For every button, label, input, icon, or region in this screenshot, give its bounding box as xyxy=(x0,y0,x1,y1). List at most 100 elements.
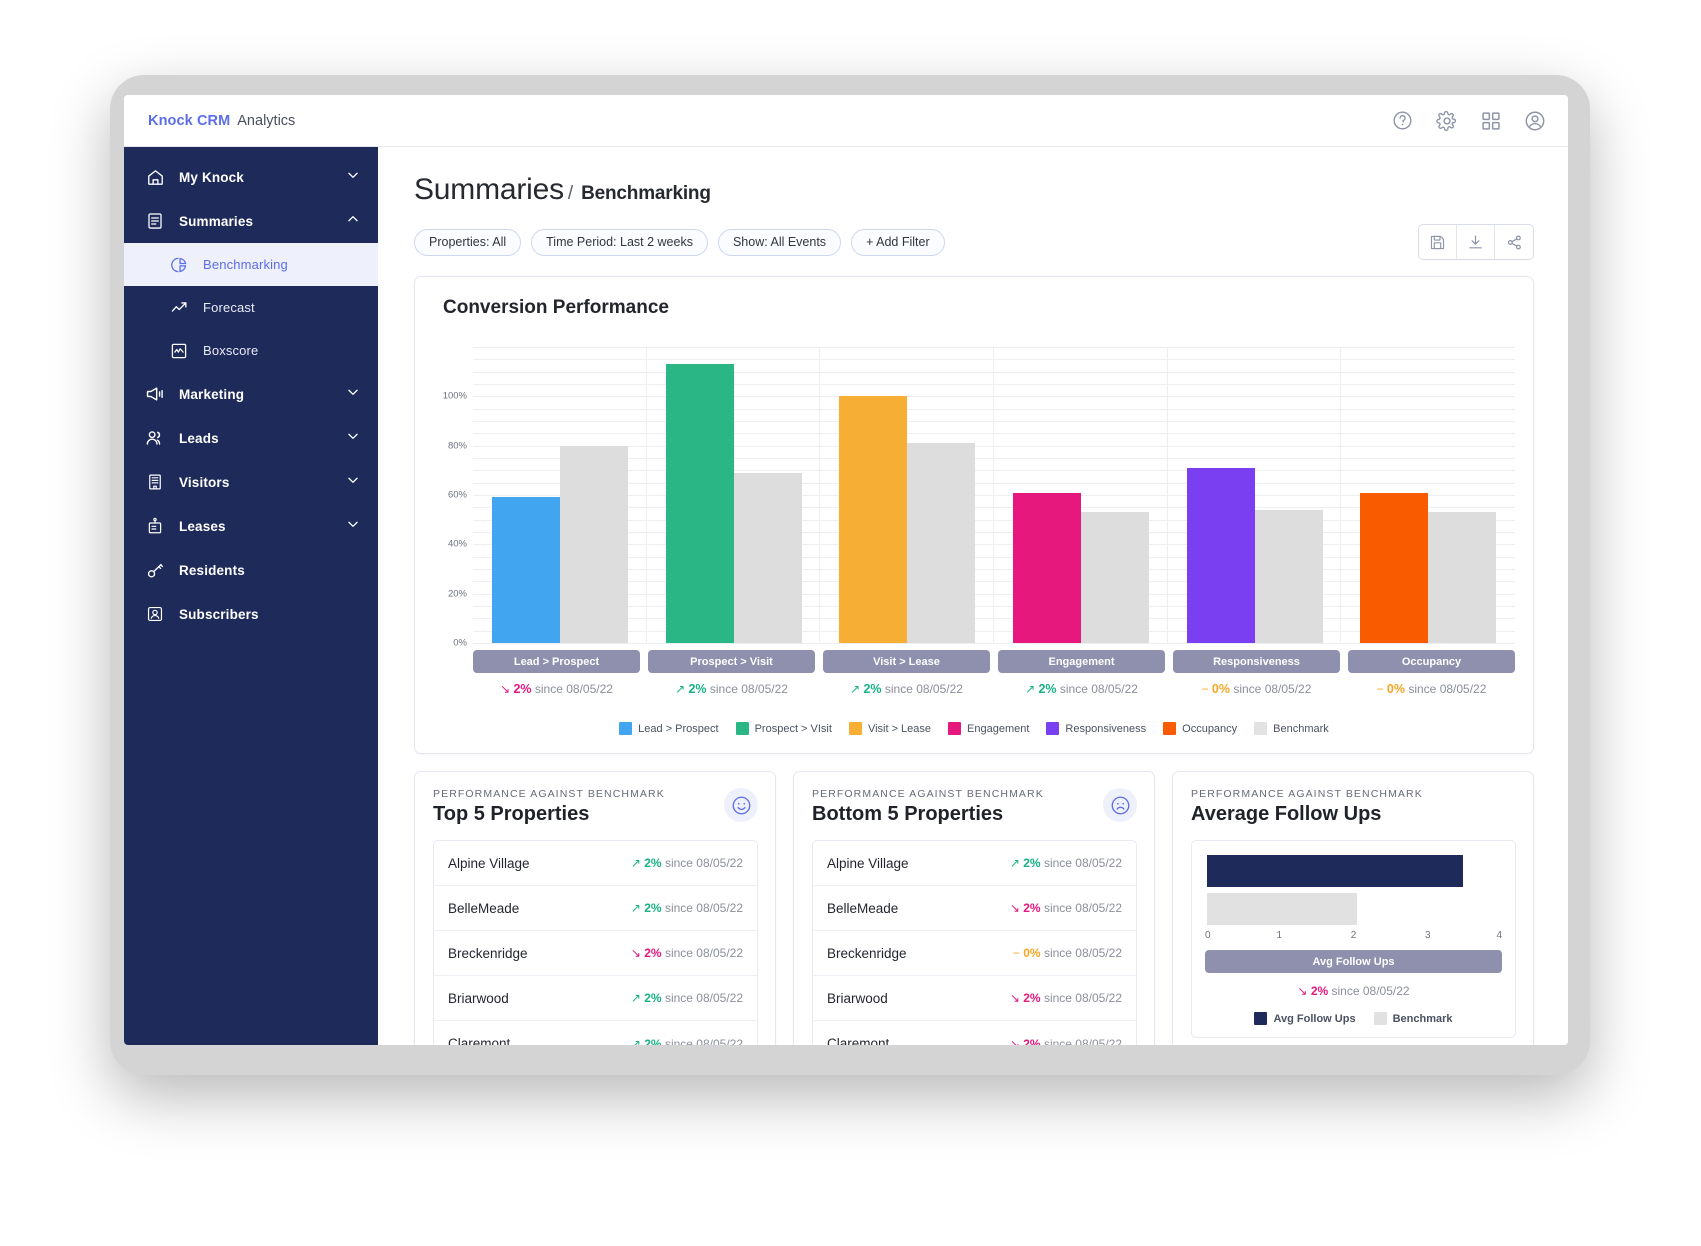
sidebar-item-benchmarking[interactable]: Benchmarking xyxy=(124,243,378,286)
delta-label: − 0% since 08/05/22 xyxy=(1348,682,1515,696)
delta-text: since 08/05/22 xyxy=(1043,1036,1122,1046)
category-label: Prospect > Visit xyxy=(648,650,815,673)
metric-bar[interactable] xyxy=(839,396,908,643)
legend-item[interactable]: Engagement xyxy=(948,722,1029,735)
delta-arrow: − 0% xyxy=(1012,946,1041,960)
bar-group xyxy=(1341,347,1515,643)
legend-label: Occupancy xyxy=(1182,722,1238,735)
brand-logo[interactable]: Knock CRM xyxy=(148,113,230,129)
sidebar-item-marketing[interactable]: Marketing xyxy=(124,372,378,416)
y-axis-tick: 0% xyxy=(453,637,467,649)
delta-text: since 08/05/22 xyxy=(664,901,743,915)
property-row[interactable]: Briarwood ↘ 2% since 08/05/22 xyxy=(813,976,1136,1021)
legend-item[interactable]: Avg Follow Ups xyxy=(1254,1012,1356,1025)
sidebar-item-leases[interactable]: Leases xyxy=(124,504,378,548)
property-name: BelleMeade xyxy=(448,900,520,916)
benchmark-bar[interactable] xyxy=(1428,512,1497,643)
help-icon[interactable] xyxy=(1392,110,1413,131)
legend-item[interactable]: Occupancy xyxy=(1163,722,1237,735)
key-icon xyxy=(144,561,166,580)
chevron-down-icon xyxy=(346,168,360,187)
legend-item[interactable]: Benchmark xyxy=(1373,1012,1453,1025)
filter-show[interactable]: Show: All Events xyxy=(717,228,842,256)
property-row[interactable]: Alpine Village ↗ 2% since 08/05/22 xyxy=(813,841,1136,886)
legend-item[interactable]: Lead > Prospect xyxy=(619,722,719,735)
benchmark-bar[interactable] xyxy=(907,443,976,643)
add-filter-button[interactable]: + Add Filter xyxy=(851,228,945,256)
delta-value: 2% xyxy=(1310,984,1329,998)
metric-bar[interactable] xyxy=(1360,492,1429,643)
property-row[interactable]: Briarwood ↗ 2% since 08/05/22 xyxy=(434,976,757,1021)
follow-ups-category-label: Avg Follow Ups xyxy=(1205,950,1502,973)
sidebar-item-forecast[interactable]: Forecast xyxy=(124,286,378,329)
metric-bar[interactable] xyxy=(665,364,734,643)
metric-bar[interactable] xyxy=(1186,467,1255,643)
share-icon[interactable] xyxy=(1495,225,1533,259)
subscriber-icon xyxy=(144,605,166,623)
property-row[interactable]: Alpine Village ↗ 2% since 08/05/22 xyxy=(434,841,757,886)
legend-label: Visit > Lease xyxy=(867,722,932,735)
account-icon[interactable] xyxy=(1524,110,1546,132)
legend-label: Benchmark xyxy=(1392,1012,1453,1025)
property-name: Claremont xyxy=(827,1036,890,1045)
card-title: Bottom 5 Properties xyxy=(812,803,1004,825)
pie-chart-icon xyxy=(168,256,190,274)
property-name: Breckenridge xyxy=(448,945,528,961)
benchmark-bar[interactable] xyxy=(733,472,802,643)
category-label: Lead > Prospect xyxy=(473,650,640,673)
y-axis-tick: 60% xyxy=(447,489,467,501)
sidebar-item-boxscore[interactable]: Boxscore xyxy=(124,329,378,372)
metric-bar[interactable] xyxy=(491,497,560,643)
chevron-down-icon xyxy=(346,473,360,492)
property-delta: ↘ 2% since 08/05/22 xyxy=(1010,991,1122,1005)
sidebar-item-residents[interactable]: Residents xyxy=(124,548,378,592)
legend-swatch xyxy=(1163,722,1177,735)
delta-arrow: ↘ 2% xyxy=(1297,984,1329,998)
legend-item[interactable]: Responsiveness xyxy=(1046,722,1146,735)
property-row[interactable]: Breckenridge − 0% since 08/05/22 xyxy=(813,931,1136,976)
property-row[interactable]: BelleMeade ↗ 2% since 08/05/22 xyxy=(434,886,757,931)
delta-value: 2% xyxy=(644,1036,662,1046)
delta-value: 2% xyxy=(1023,856,1041,870)
card-kicker: PERFORMANCE AGAINST BENCHMARK xyxy=(1191,788,1423,800)
legend-item[interactable]: Benchmark xyxy=(1254,722,1329,735)
delta-text: since 08/05/22 xyxy=(709,682,788,696)
conversion-performance-card: Conversion Performance 100% 80% 60% 40% 20% 0… xyxy=(414,276,1534,754)
sidebar-item-subscribers[interactable]: Subscribers xyxy=(124,592,378,636)
sidebar-item-visitors[interactable]: Visitors xyxy=(124,460,378,504)
filter-time-period[interactable]: Time Period: Last 2 weeks xyxy=(531,228,708,256)
benchmark-bar[interactable] xyxy=(1080,512,1149,643)
benchmark-bar[interactable] xyxy=(1254,509,1323,643)
legend-item[interactable]: Prospect > VIsit xyxy=(735,722,832,735)
legend-item[interactable]: Visit > Lease xyxy=(848,722,932,735)
delta-arrow: ↗ 2% xyxy=(675,682,707,696)
benchmark-bar[interactable] xyxy=(559,445,628,643)
property-row[interactable]: BelleMeade ↘ 2% since 08/05/22 xyxy=(813,886,1136,931)
average-follow-ups-card: PERFORMANCE AGAINST BENCHMARK Average Fo… xyxy=(1172,771,1534,1045)
delta-text: since 08/05/22 xyxy=(664,946,743,960)
gear-icon[interactable] xyxy=(1436,110,1458,132)
x-axis-tick: 0 xyxy=(1205,930,1211,941)
save-icon[interactable] xyxy=(1419,225,1457,259)
delta-value: 2% xyxy=(644,946,662,960)
filter-properties[interactable]: Properties: All xyxy=(414,228,522,256)
property-row[interactable]: Breckenridge ↘ 2% since 08/05/22 xyxy=(434,931,757,976)
apps-grid-icon[interactable] xyxy=(1481,111,1501,131)
sidebar-item-label: Boxscore xyxy=(203,343,259,358)
people-icon xyxy=(144,428,166,448)
sidebar-item-leads[interactable]: Leads xyxy=(124,416,378,460)
property-row[interactable]: Claremont ↗ 2% since 08/05/22 xyxy=(434,1021,757,1045)
legend-label: Avg Follow Ups xyxy=(1273,1012,1356,1025)
card-header: PERFORMANCE AGAINST BENCHMARK Bottom 5 P… xyxy=(812,788,1137,826)
delta-value: 0% xyxy=(1211,682,1230,696)
sidebar-item-summaries[interactable]: Summaries xyxy=(124,199,378,243)
filter-bar: Properties: All Time Period: Last 2 week… xyxy=(414,224,1534,260)
y-axis-tick: 80% xyxy=(447,440,467,452)
download-icon[interactable] xyxy=(1457,225,1495,259)
delta-text: since 08/05/22 xyxy=(664,856,743,870)
delta-value: 2% xyxy=(644,856,662,870)
sidebar-item-my-knock[interactable]: My Knock xyxy=(124,155,378,199)
metric-bar[interactable] xyxy=(1012,492,1081,643)
property-row[interactable]: Claremont ↘ 2% since 08/05/22 xyxy=(813,1021,1136,1045)
delta-value: 2% xyxy=(1023,991,1041,1005)
